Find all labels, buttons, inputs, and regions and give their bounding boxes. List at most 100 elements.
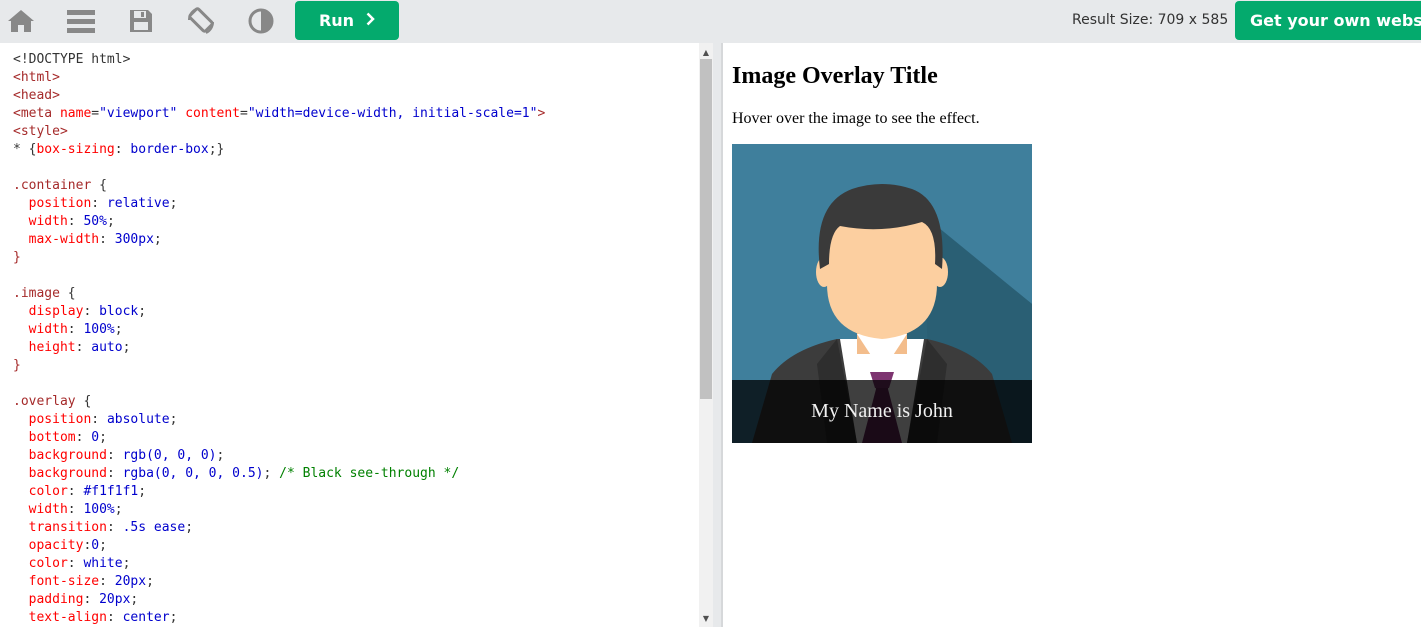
code-line: <html> <box>13 69 545 87</box>
code-line: padding: 20px; <box>13 591 545 609</box>
code-token: width <box>28 502 68 517</box>
code-token: .overlay <box>13 394 76 409</box>
code-token: /* Black see-through */ <box>279 466 460 481</box>
code-token: width <box>28 322 68 337</box>
code-token: 100% <box>83 322 115 337</box>
code-line: position: absolute; <box>13 411 545 429</box>
code-line: color: white; <box>13 555 545 573</box>
code-token: <!DOCTYPE html> <box>13 52 131 67</box>
avatar-image-container[interactable]: My Name is John <box>732 144 1032 443</box>
code-token: "viewport" <box>99 106 178 121</box>
code-line: background: rgba(0, 0, 0, 0.5); /* Black… <box>13 465 545 483</box>
code-line: position: relative; <box>13 195 545 213</box>
code-line: * {box-sizing: border-box;} <box>13 141 545 159</box>
code-token: border-box <box>130 142 209 157</box>
code-token: > <box>537 106 546 121</box>
code-token: relative <box>106 196 170 211</box>
code-token: position <box>28 196 92 211</box>
run-button[interactable]: Run <box>295 1 399 40</box>
save-icon[interactable] <box>126 6 156 36</box>
code-token: ; <box>146 574 154 589</box>
code-token: max-width <box>28 232 100 247</box>
menu-icon[interactable] <box>66 6 96 36</box>
code-line: height: auto; <box>13 339 545 357</box>
code-token: ; <box>138 484 147 499</box>
code-token: ; <box>138 304 147 319</box>
code-line: <meta name="viewport" content="width=dev… <box>13 105 545 123</box>
rotate-icon[interactable] <box>186 6 216 36</box>
code-token: #f1f1f1 <box>83 484 139 499</box>
code-token: <style> <box>13 124 68 139</box>
code-token: ; <box>114 502 123 517</box>
code-token: = <box>91 106 100 121</box>
code-token: ; <box>99 538 107 553</box>
code-line: .container { <box>13 177 545 195</box>
code-line: width: 100%; <box>13 501 545 519</box>
code-token: 100% <box>83 502 115 517</box>
code-token: { <box>75 394 92 409</box>
code-line: } <box>13 249 545 267</box>
code-token: auto <box>91 340 123 355</box>
code-token: absolute <box>106 412 170 427</box>
code-line: text-align: center; <box>13 609 545 627</box>
code-token: ; <box>114 322 123 337</box>
code-token: : <box>106 448 123 463</box>
code-token: ; <box>169 610 178 625</box>
editor-scrollbar[interactable]: ▲ ▼ <box>699 43 713 627</box>
scroll-down-arrow-icon[interactable]: ▼ <box>699 611 713 625</box>
code-token: ; <box>169 196 178 211</box>
code-token: <html> <box>13 70 60 85</box>
code-line: display: block; <box>13 303 545 321</box>
code-token: bottom <box>28 430 76 445</box>
code-token: center <box>122 610 170 625</box>
code-line: color: #f1f1f1; <box>13 483 545 501</box>
get-website-button[interactable]: Get your own website <box>1235 1 1421 40</box>
code-token: display <box>28 304 84 319</box>
code-line: } <box>13 357 545 375</box>
code-token: ; <box>263 466 280 481</box>
code-line: <!DOCTYPE html> <box>13 51 545 69</box>
code-token: rgba(0, 0, 0, 0.5) <box>122 466 264 481</box>
code-line: bottom: 0; <box>13 429 545 447</box>
code-token: } <box>13 250 21 265</box>
code-line: max-width: 300px; <box>13 231 545 249</box>
code-token: ; <box>99 430 107 445</box>
code-token: rgb(0, 0, 0) <box>122 448 217 463</box>
theme-icon[interactable] <box>246 6 276 36</box>
code-token: : <box>91 412 107 427</box>
code-token: background <box>28 448 107 463</box>
home-icon[interactable] <box>6 6 36 36</box>
run-label: Run <box>318 11 355 30</box>
code-token: : <box>91 196 107 211</box>
code-token: height <box>28 340 76 355</box>
code-text[interactable]: <!DOCTYPE html> <html> <head> <meta name="v… <box>13 51 545 627</box>
code-token: background <box>28 466 107 481</box>
code-token: ; <box>106 214 115 229</box>
code-token: block <box>99 304 139 319</box>
code-token: opacity <box>28 538 84 553</box>
code-token: text-align <box>28 610 107 625</box>
code-token: white <box>83 556 123 571</box>
code-token: box-sizing <box>36 142 115 157</box>
code-line: .image { <box>13 285 545 303</box>
code-token: color <box>28 484 68 499</box>
code-line: <style> <box>13 123 545 141</box>
code-token: : <box>83 304 100 319</box>
code-line: <head> <box>13 87 545 105</box>
code-token: 20px <box>99 592 131 607</box>
code-token: : <box>67 484 84 499</box>
code-token: : <box>67 322 84 337</box>
code-token: ; <box>185 520 194 535</box>
code-token: ; <box>216 448 225 463</box>
scroll-up-arrow-icon[interactable]: ▲ <box>699 45 713 59</box>
scroll-thumb[interactable] <box>700 59 712 399</box>
code-editor[interactable]: <!DOCTYPE html> <html> <head> <meta name="v… <box>4 43 699 627</box>
